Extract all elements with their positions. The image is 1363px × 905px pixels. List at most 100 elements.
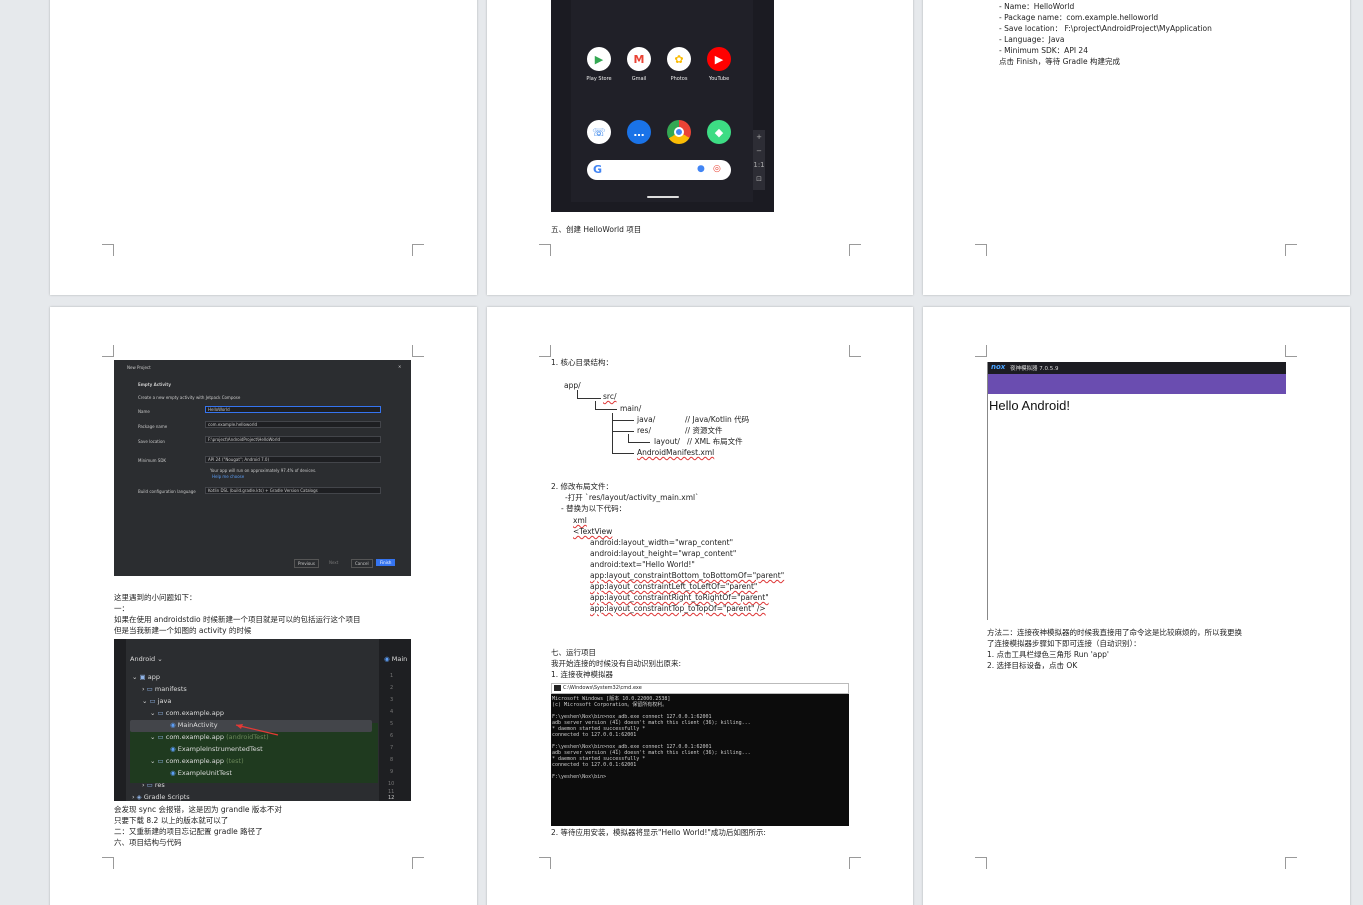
previous-button[interactable]: Previous bbox=[294, 559, 319, 568]
crop-mark bbox=[1285, 857, 1297, 869]
phone-icon: ☏ bbox=[587, 120, 611, 144]
finish-button[interactable]: Finish bbox=[376, 559, 396, 566]
dir-item: layout/ bbox=[654, 437, 680, 446]
class-icon: ◉ bbox=[170, 769, 176, 777]
dir-item: src/ bbox=[603, 392, 617, 401]
chrome-icon bbox=[667, 120, 691, 144]
tree-item[interactable]: › ▭ manifests bbox=[142, 685, 187, 693]
page-1 bbox=[50, 0, 477, 295]
tool-strip bbox=[114, 639, 126, 801]
folder-icon: ▭ bbox=[149, 697, 156, 705]
help-link[interactable]: Help me choose bbox=[212, 474, 244, 479]
tree-item[interactable]: › ◈ Gradle Scripts bbox=[132, 793, 190, 801]
class-icon: ◉ bbox=[170, 721, 176, 729]
crop-mark bbox=[412, 345, 424, 357]
cmd-title: C:\Windows\System32\cmd.exe bbox=[563, 685, 642, 691]
tree-item[interactable]: ◉ ExampleInstrumentedTest bbox=[170, 745, 263, 753]
emulator-toolbar[interactable]: + −1:1 ⊡ bbox=[753, 130, 765, 190]
editor-tab[interactable]: ◉ Main bbox=[384, 655, 407, 663]
emulator-title: 夜神模拟器 7.0.5.9 bbox=[1010, 366, 1059, 372]
config-line: - Package name：com.example.helloworld bbox=[999, 13, 1159, 22]
problem-text: 一： bbox=[114, 604, 129, 613]
crop-mark bbox=[102, 857, 114, 869]
close-icon[interactable]: ✕ bbox=[398, 364, 401, 369]
project-view-select[interactable]: Android ⌄ bbox=[130, 655, 163, 663]
tree-branch bbox=[595, 409, 617, 410]
app-label: Photos bbox=[670, 76, 688, 82]
config-line: - Name：HelloWorld bbox=[999, 2, 1075, 11]
emulator-titlebar: nox 夜神模拟器 7.0.5.9 bbox=[988, 362, 1286, 374]
next-button[interactable]: Next bbox=[326, 559, 341, 566]
crop-mark bbox=[102, 244, 114, 256]
hello-text: Hello Android! bbox=[989, 398, 1070, 413]
package-name-field[interactable]: com.example.helloworld bbox=[205, 421, 381, 428]
nox-logo: nox bbox=[991, 363, 1006, 371]
tree-branch bbox=[612, 413, 613, 453]
code-line: app:layout_constraintRight_toRightOf="pa… bbox=[590, 593, 769, 602]
package-icon: ▭ bbox=[157, 709, 164, 717]
crop-mark bbox=[102, 345, 114, 357]
tree-item[interactable]: ◉ ExampleUnitTest bbox=[170, 769, 232, 777]
section-heading: 七、运行项目 bbox=[551, 648, 596, 657]
name-field[interactable]: HelloWorld bbox=[205, 406, 381, 413]
line-number: 9 bbox=[390, 769, 394, 775]
tree-item[interactable]: ⌄ ▭ com.example.app (test) bbox=[150, 757, 244, 765]
crop-mark bbox=[1285, 244, 1297, 256]
file-icon: ◉ bbox=[384, 655, 390, 663]
package-icon: ▭ bbox=[157, 757, 164, 765]
lens-icon: ◎ bbox=[713, 164, 721, 174]
build-language-select[interactable]: Kotlin DSL (build.gradle.kts) + Gradle V… bbox=[205, 487, 381, 494]
class-icon: ◉ bbox=[170, 745, 176, 753]
tree-item[interactable]: ⌄ ▣ app bbox=[132, 673, 160, 681]
tree-branch bbox=[612, 431, 634, 432]
package-icon: ▭ bbox=[157, 733, 164, 741]
terminal-icon bbox=[554, 685, 561, 691]
project-tree-panel: Android ⌄ ◉ Main ⌄ ▣ app › ▭ manifests ⌄… bbox=[114, 639, 411, 801]
line-number: 3 bbox=[390, 697, 394, 703]
crop-mark bbox=[412, 857, 424, 869]
page-6: nox 夜神模拟器 7.0.5.9 Hello Android! 方法二：连接夜… bbox=[923, 307, 1350, 905]
line-number: 8 bbox=[390, 757, 394, 763]
nav-handle bbox=[647, 196, 679, 198]
red-arrow bbox=[235, 724, 279, 736]
solution-text: 二：又重新建的项目忘记配置 gradle 路径了 bbox=[114, 827, 263, 836]
code-line: <TextView bbox=[573, 527, 613, 536]
field-label: Build configuration language bbox=[138, 489, 196, 494]
sdk-note: Your app will run on approximately 97.4%… bbox=[210, 468, 317, 473]
crop-mark bbox=[975, 857, 987, 869]
field-label: Save location bbox=[138, 439, 165, 444]
step-text: 2. 等待应用安装，模拟器将显示"Hello World!"成功后如图所示: bbox=[551, 828, 766, 837]
line-number: 6 bbox=[390, 733, 394, 739]
cancel-button[interactable]: Cancel bbox=[351, 559, 373, 568]
phone-screenshot: ▶ M ✿ ▶ Play Store Gmail Photos YouTube … bbox=[551, 0, 774, 212]
config-line: - Language：Java bbox=[999, 35, 1065, 44]
dir-item: java/ bbox=[637, 415, 656, 424]
tree-item[interactable]: ⌄ ▭ java bbox=[142, 697, 171, 705]
minimum-sdk-select[interactable]: API 24 ("Nougat"; Android 7.0) bbox=[205, 456, 381, 463]
dir-comment: // XML 布局文件 bbox=[687, 437, 743, 446]
cmd-output: Microsoft Windows [版本 10.0.22000.2538] (… bbox=[552, 696, 751, 780]
field-label: Minimum SDK bbox=[138, 458, 167, 463]
section-heading: 六、项目结构与代码 bbox=[114, 838, 182, 847]
step-text: -打开 `res/layout/activity_main.xml` bbox=[565, 493, 699, 502]
tree-item[interactable]: ◉ MainActivity bbox=[170, 721, 218, 729]
code-line: app:layout_constraintLeft_toLeftOf="pare… bbox=[590, 582, 758, 591]
search-bar[interactable]: G ● ◎ bbox=[587, 160, 731, 180]
dir-item: res/ bbox=[637, 426, 651, 435]
method-text: 了连接模拟器步骤如下即可连接（自动识别）： bbox=[987, 639, 1141, 648]
config-line: - Save location： F:\project\AndroidProje… bbox=[999, 24, 1212, 33]
code-line: android:layout_width="wrap_content" bbox=[590, 538, 734, 547]
tree-item[interactable]: › ▭ res bbox=[142, 781, 165, 789]
dir-item: main/ bbox=[620, 404, 642, 413]
dir-comment: // 资源文件 bbox=[685, 426, 723, 435]
tree-branch bbox=[612, 420, 634, 421]
save-location-field[interactable]: F:\project\AndroidProject\HelloWorld bbox=[205, 436, 381, 443]
app-bar bbox=[988, 374, 1286, 394]
step-text: - 替换为以下代码： bbox=[561, 504, 627, 513]
dialog-title: New Project bbox=[127, 365, 151, 370]
method-text: 1. 点击工具栏绿色三角形 Run 'app' bbox=[987, 650, 1109, 659]
line-number: 10 bbox=[388, 781, 395, 787]
tree-item[interactable]: ⌄ ▭ com.example.app bbox=[150, 709, 224, 717]
section-heading: 1. 核心目录结构： bbox=[551, 358, 614, 367]
folder-icon: ▭ bbox=[146, 781, 153, 789]
